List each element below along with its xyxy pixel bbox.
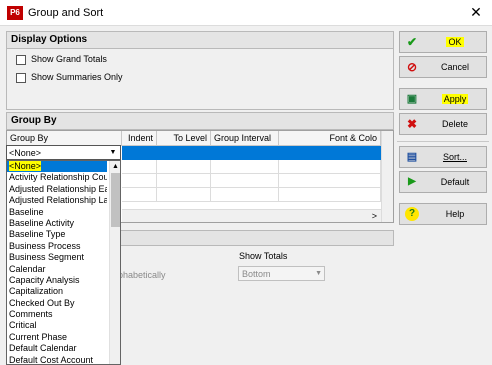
apply-icon: ▣ [406, 93, 418, 105]
cancel-button[interactable]: ⊘ Cancel [399, 56, 487, 78]
list-item[interactable]: Critical [7, 320, 107, 331]
alphabetically-label: phabetically [118, 270, 166, 280]
list-item[interactable]: Default Cost Account [7, 355, 107, 364]
col-group-by[interactable]: Group By [7, 131, 122, 146]
play-icon: ▶ [408, 176, 416, 187]
list-item[interactable]: Calendar [7, 264, 107, 275]
show-summaries-only-label: Show Summaries Only [31, 72, 123, 82]
cancel-icon: ⊘ [406, 60, 418, 74]
default-button[interactable]: ▶ Default [399, 171, 487, 193]
p6-app-icon: P6 [7, 6, 23, 20]
apply-button[interactable]: ▣ Apply [399, 88, 487, 110]
col-group-interval[interactable]: Group Interval [211, 131, 279, 146]
list-item[interactable]: Capitalization [7, 286, 107, 297]
col-indent[interactable]: Indent [122, 131, 157, 146]
check-icon: ✔ [406, 35, 418, 49]
window-title: Group and Sort [28, 7, 104, 19]
list-item[interactable]: Adjusted Relationship Ea [7, 184, 107, 195]
list-item[interactable]: <None> [7, 161, 107, 173]
show-grand-totals-checkbox[interactable] [16, 55, 26, 65]
grid-vertical-scrollbar[interactable] [381, 131, 393, 222]
ok-button[interactable]: ✔ OK [399, 31, 487, 53]
col-font-color[interactable]: Font & Colo [279, 131, 381, 146]
chevron-up-icon[interactable]: ▲ [111, 162, 120, 171]
list-item[interactable]: Current Phase [7, 332, 107, 343]
group-by-combo-value: <None> [9, 148, 42, 158]
list-item[interactable]: Default Calendar [7, 343, 107, 354]
delete-icon: ✖ [406, 117, 418, 131]
list-item[interactable]: Comments [7, 309, 107, 320]
list-item[interactable]: Activity Relationship Cou [7, 172, 107, 183]
scroll-right-icon[interactable]: > [372, 211, 377, 221]
show-summaries-only-checkbox[interactable] [16, 73, 26, 83]
sort-icon: ▤ [406, 151, 418, 163]
group-by-combo[interactable]: <None> ▼ [6, 145, 121, 160]
dropdown-scroll-thumb[interactable] [111, 173, 120, 227]
help-icon: ? [405, 207, 419, 221]
separator [397, 141, 489, 142]
display-options-panel: Show Grand Totals Show Summaries Only [6, 48, 394, 110]
show-totals-value: Bottom [242, 269, 271, 279]
list-item[interactable]: Business Segment [7, 252, 107, 263]
chevron-down-icon: ▼ [315, 270, 322, 277]
dropdown-scrollbar[interactable]: ▲ [109, 161, 120, 364]
show-grand-totals-label: Show Grand Totals [31, 54, 107, 64]
close-icon[interactable]: ✕ [466, 2, 486, 22]
delete-button[interactable]: ✖ Delete [399, 113, 487, 135]
show-totals-select[interactable]: Bottom ▼ [238, 266, 325, 281]
list-item[interactable]: Baseline Type [7, 229, 107, 240]
sort-button[interactable]: ▤ Sort... [399, 146, 487, 168]
list-item[interactable]: Baseline Activity [7, 218, 107, 229]
list-item[interactable]: Checked Out By [7, 298, 107, 309]
title-bar: P6 Group and Sort ✕ [0, 0, 492, 26]
display-options-header: Display Options [6, 31, 394, 49]
list-item[interactable]: Adjusted Relationship Lat [7, 195, 107, 206]
help-button[interactable]: ? Help [399, 203, 487, 225]
chevron-down-icon[interactable]: ▼ [107, 147, 119, 158]
group-by-header: Group By [6, 112, 394, 130]
grid-horizontal-scrollbar[interactable]: > [122, 209, 381, 222]
selected-row-highlight[interactable] [122, 146, 381, 160]
list-item[interactable]: Capacity Analysis [7, 275, 107, 286]
list-item[interactable]: Business Process [7, 241, 107, 252]
show-totals-label: Show Totals [239, 251, 288, 261]
group-by-dropdown-list[interactable]: <None> Activity Relationship Cou Adjuste… [6, 160, 121, 365]
col-to-level[interactable]: To Level [157, 131, 211, 146]
list-item[interactable]: Baseline [7, 207, 107, 218]
